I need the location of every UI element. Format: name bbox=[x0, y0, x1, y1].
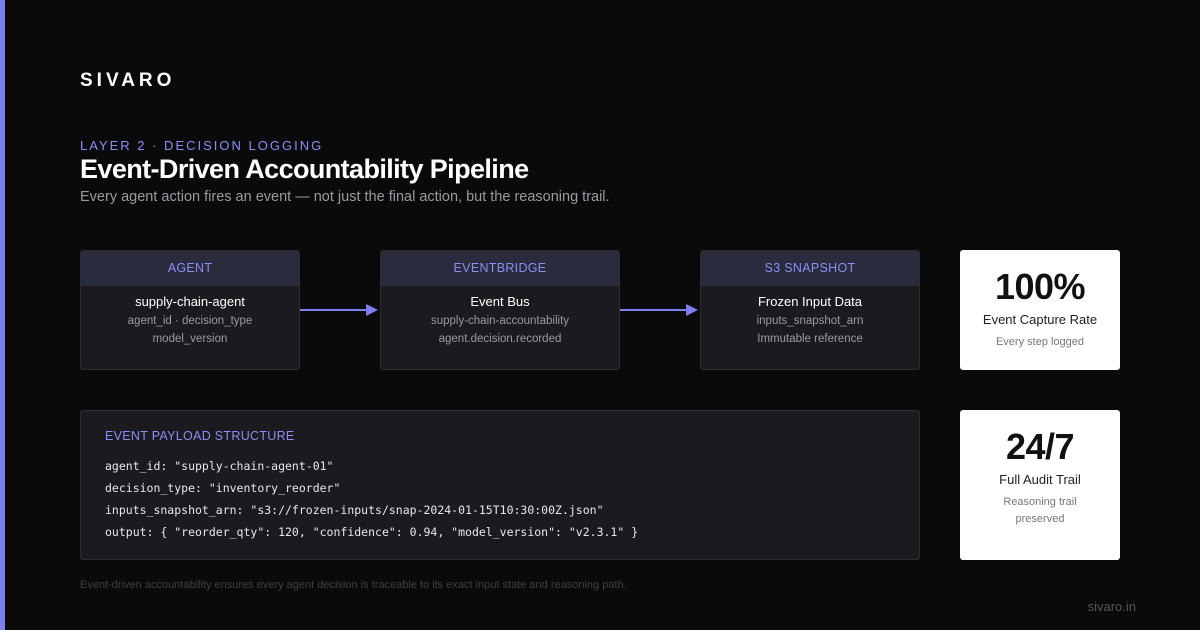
stat-value: 100% bbox=[994, 266, 1086, 307]
node-header: EVENTBRIDGE bbox=[381, 251, 619, 286]
node-detail: agent_id · decision_type bbox=[127, 315, 253, 327]
arrow-right-icon bbox=[620, 304, 698, 316]
stat-label: Full Audit Trail bbox=[999, 472, 1081, 487]
code-line: decision_type: "inventory_reorder" bbox=[105, 481, 341, 495]
node-detail: Immutable reference bbox=[757, 333, 863, 345]
node-eventbridge: EVENTBRIDGE Event Bus supply-chain-accou… bbox=[380, 250, 620, 370]
payload-code-block: agent_id: "supply-chain-agent-01" decisi… bbox=[105, 455, 895, 543]
node-title: supply-chain-agent bbox=[135, 294, 245, 309]
stat-card-capture-rate: 100% Event Capture Rate Every step logge… bbox=[960, 250, 1120, 370]
node-detail: inputs_snapshot_arn bbox=[756, 315, 864, 327]
payload-panel: EVENT PAYLOAD STRUCTURE agent_id: "suppl… bbox=[80, 410, 920, 560]
site-url: sivaro.in bbox=[1087, 599, 1136, 614]
accent-bar bbox=[0, 0, 5, 630]
payload-title: EVENT PAYLOAD STRUCTURE bbox=[105, 429, 295, 443]
footnote: Event-driven accountability ensures ever… bbox=[80, 579, 627, 591]
node-header: S3 SNAPSHOT bbox=[701, 251, 919, 286]
code-line: output: { "reorder_qty": 120, "confidenc… bbox=[105, 525, 639, 539]
stat-value: 24/7 bbox=[1005, 426, 1075, 467]
node-detail: model_version bbox=[152, 333, 228, 345]
brand-logo: SIVARO bbox=[80, 70, 176, 91]
node-header: AGENT bbox=[81, 251, 299, 286]
page-subtitle: Every agent action fires an event — not … bbox=[80, 189, 610, 205]
stat-label: Event Capture Rate bbox=[982, 312, 1098, 327]
node-detail: supply-chain-accountability bbox=[430, 315, 570, 327]
stat-card-audit-trail: 24/7 Full Audit Trail Reasoning trail pr… bbox=[960, 410, 1120, 560]
stat-note: Every step logged bbox=[995, 336, 1085, 348]
section-eyebrow: LAYER 2 · DECISION LOGGING bbox=[80, 138, 324, 153]
node-s3-snapshot: S3 SNAPSHOT Frozen Input Data inputs_sna… bbox=[700, 250, 920, 370]
node-title: Event Bus bbox=[470, 294, 530, 309]
code-line: agent_id: "supply-chain-agent-01" bbox=[105, 459, 334, 473]
node-detail: agent.decision.recorded bbox=[438, 333, 562, 345]
node-agent: AGENT supply-chain-agent agent_id · deci… bbox=[80, 250, 300, 370]
arrow-right-icon bbox=[300, 304, 378, 316]
node-title: Frozen Input Data bbox=[757, 294, 863, 309]
code-line: inputs_snapshot_arn: "s3://frozen-inputs… bbox=[105, 503, 604, 517]
stat-note: Reasoning trail preserved bbox=[1003, 496, 1077, 525]
page-title: Event-Driven Accountability Pipeline bbox=[80, 154, 529, 184]
